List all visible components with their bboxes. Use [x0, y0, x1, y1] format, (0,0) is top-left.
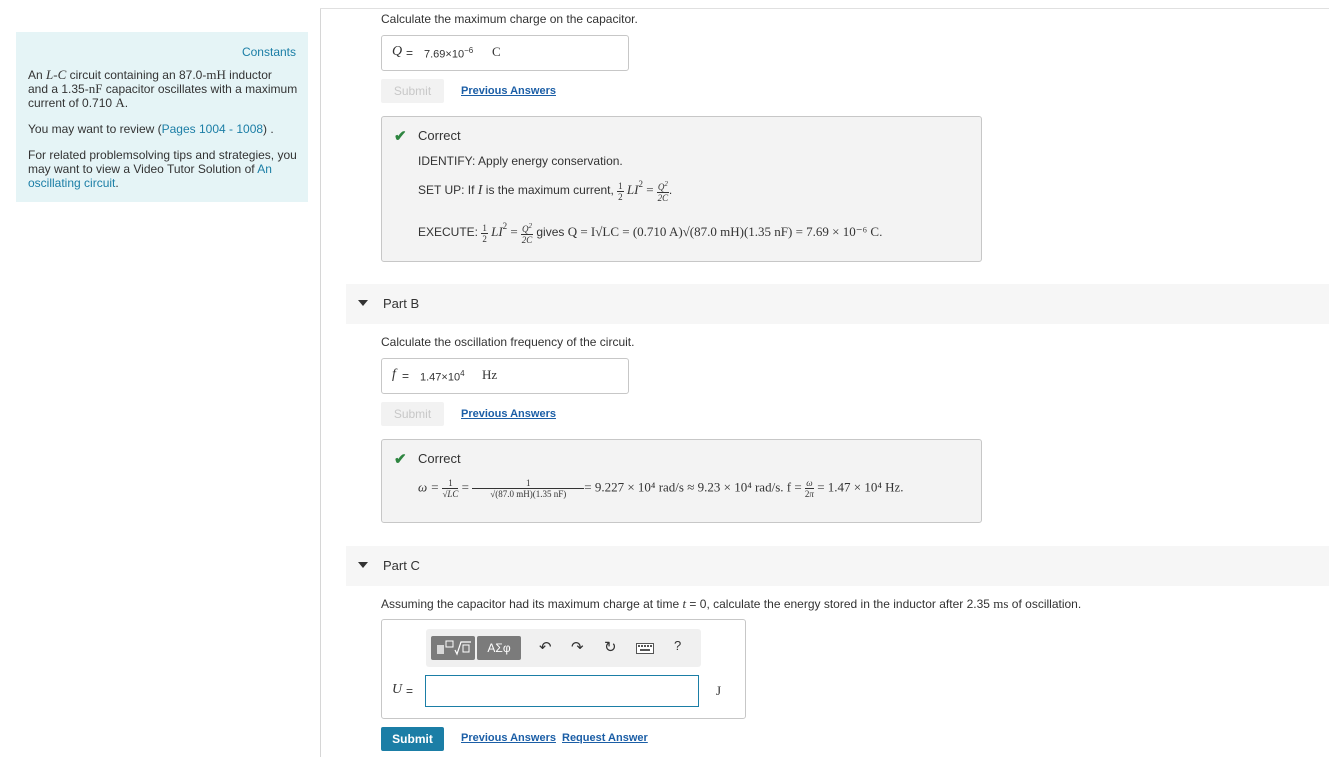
math-toolbar: ΑΣφ ↶ ↷ ↻ ?	[426, 629, 701, 667]
problem-statement: An L-C circuit containing an 87.0-mH ind…	[28, 67, 298, 111]
undo-icon[interactable]: ↶	[539, 638, 552, 656]
part-c-submit-button[interactable]: Submit	[381, 727, 444, 751]
part-c-variable: U	[392, 682, 403, 697]
part-c-unit: J	[716, 683, 722, 698]
part-b-unit: Hz	[482, 367, 498, 382]
part-a-correct-label: Correct	[418, 128, 461, 143]
part-c-header[interactable]: Part C	[346, 546, 1329, 586]
part-c-answer-input[interactable]	[425, 675, 699, 707]
part-a-answer-box: Q = 7.69×10−6 C	[381, 35, 629, 71]
part-a-feedback: ✔ Correct IDENTIFY: Apply energy conserv…	[381, 116, 982, 262]
templates-button[interactable]	[431, 636, 475, 660]
part-b-feedback: ✔ Correct ω = 1 √LC = 1 √(87.0 mH)(1.35 nF…	[381, 439, 982, 523]
part-a-identify: IDENTIFY: Apply energy conservation.	[418, 154, 623, 168]
part-b-previous-answers-link[interactable]: Previous Answers	[461, 408, 556, 420]
keyboard-icon[interactable]	[636, 641, 654, 658]
constants-panel: Constants An L-C circuit containing an 8…	[16, 32, 308, 202]
part-b-submit-button[interactable]: Submit	[381, 402, 444, 426]
collapse-arrow-icon	[358, 300, 368, 306]
constants-title[interactable]: Constants	[242, 45, 296, 59]
part-a-setup: SET UP: If I is the maximum current, 12 …	[418, 179, 673, 203]
part-c-prompt: Assuming the capacitor had its maximum c…	[381, 596, 1082, 611]
video-tutor-link-cont[interactable]: oscillating circuit	[28, 176, 115, 190]
tips-text: For related problemsolving tips and stra…	[28, 148, 297, 190]
part-b-prompt: Calculate the oscillation frequency of t…	[381, 335, 635, 349]
redo-icon[interactable]: ↷	[571, 638, 584, 656]
part-b-variable: f	[392, 367, 396, 382]
part-a-prompt: Calculate the maximum charge on the capa…	[381, 12, 638, 26]
video-tutor-link[interactable]: An	[257, 162, 272, 176]
part-b-header[interactable]: Part B	[346, 284, 1329, 324]
part-c-request-answer-link[interactable]: Request Answer	[562, 732, 648, 744]
templates-icon	[437, 640, 471, 656]
part-b-correct-label: Correct	[418, 451, 461, 466]
part-b-solution: ω = 1 √LC = 1 √(87.0 mH)(1.35 nF) = 9.227 ×…	[418, 478, 904, 499]
part-a-execute: EXECUTE: 12 LI2 = Q2 2C gives Q = I√LC = …	[418, 221, 883, 245]
check-icon: ✔	[394, 128, 407, 145]
part-a-variable: Q	[392, 44, 403, 59]
part-b-answer-box: f = 1.47×104 Hz	[381, 358, 629, 394]
collapse-arrow-icon	[358, 562, 368, 568]
greek-symbols-button[interactable]: ΑΣφ	[477, 636, 521, 660]
reset-icon[interactable]: ↻	[604, 638, 617, 656]
content-divider	[320, 8, 321, 757]
part-a-previous-answers-link[interactable]: Previous Answers	[461, 85, 556, 97]
part-a-unit: C	[492, 44, 501, 59]
review-pages-link[interactable]: Pages 1004 - 1008	[162, 122, 263, 136]
part-b-value: 1.47×104	[420, 369, 465, 384]
part-c-previous-answers-link[interactable]: Previous Answers	[461, 732, 556, 744]
part-a-value: 7.69×10−6	[424, 46, 474, 61]
help-icon[interactable]: ?	[674, 638, 681, 653]
top-divider	[320, 8, 1329, 9]
review-text: You may want to review (Pages 1004 - 100…	[28, 122, 274, 136]
keyboard-icon-svg	[636, 643, 654, 654]
check-icon: ✔	[394, 451, 407, 468]
part-a-submit-button[interactable]: Submit	[381, 79, 444, 103]
part-c-answer-editor: ΑΣφ ↶ ↷ ↻ ? U = J	[381, 619, 746, 719]
